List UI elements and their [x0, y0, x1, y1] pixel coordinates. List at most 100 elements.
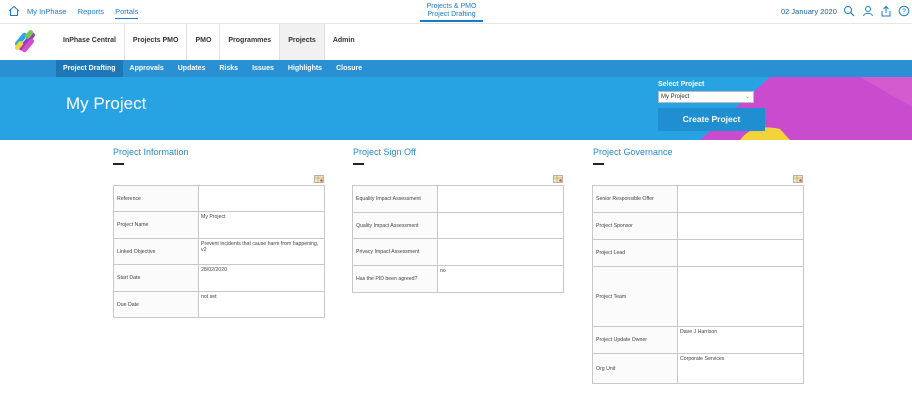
senior-responsible-field[interactable] — [677, 185, 804, 213]
select-project-label: Select Project — [658, 81, 705, 88]
project-governance-table: Senior Responsible Offer Project Sponsor… — [592, 185, 804, 384]
field-label: Project Team — [592, 266, 678, 327]
subnav-approvals[interactable]: Approvals — [123, 60, 171, 77]
subnav-risks[interactable]: Risks — [212, 60, 245, 77]
project-sign-off-section: Project Sign Off — [353, 147, 416, 165]
main-nav-items: InPhase Central Projects PMO PMO Program… — [55, 24, 363, 60]
project-sign-off-table: Equality Impact Assessment Quality Impac… — [352, 185, 564, 293]
user-icon[interactable] — [862, 5, 874, 17]
field-label: Equality Impact Assessment — [352, 185, 438, 213]
field-label: Project Lead — [592, 239, 678, 267]
top-link-portals[interactable]: Portals — [115, 7, 139, 19]
svg-text:?: ? — [902, 9, 906, 16]
top-bar: My InPhase Reports Portals Projects & PM… — [0, 0, 912, 24]
field-label: Senior Responsible Offer — [592, 185, 678, 213]
org-unit-field[interactable]: Corporate Services — [677, 353, 804, 384]
linked-objective-field[interactable]: Prevent incidents that cause harm from h… — [198, 238, 325, 265]
portal-title-line1: Projects & PMO — [426, 3, 477, 10]
section-divider — [353, 163, 364, 165]
table-row: Has the PID been agreed? no — [352, 265, 564, 293]
table-row: Project Update Owner Dave J Harrison — [592, 326, 804, 354]
project-team-field[interactable] — [677, 266, 804, 327]
subnav-issues[interactable]: Issues — [245, 60, 281, 77]
nav-item-programmes[interactable]: Programmes — [220, 24, 281, 60]
nav-item-projects[interactable]: Projects — [280, 24, 325, 60]
select-project-value: My Project — [661, 94, 690, 100]
field-label: Quality Impact Assessment — [352, 212, 438, 239]
project-sponsor-field[interactable] — [677, 212, 804, 240]
table-row: Due Date not set — [113, 291, 325, 318]
table-row: Project Name My Project — [113, 211, 325, 239]
subnav-highlights[interactable]: Highlights — [281, 60, 329, 77]
subnav-project-drafting[interactable]: Project Drafting — [56, 60, 123, 77]
field-label: Linked Objective — [113, 238, 199, 265]
table-row: Linked Objective Prevent incidents that … — [113, 238, 325, 265]
field-label: Reference — [113, 185, 199, 212]
field-label: Start Date — [113, 264, 199, 292]
field-label: Due Date — [113, 291, 199, 318]
start-date-field[interactable]: 28/02/2020 — [198, 264, 325, 292]
portal-title[interactable]: Projects & PMO Project Drafting — [420, 3, 483, 22]
subnav-closure[interactable]: Closure — [329, 60, 369, 77]
table-row: Start Date 28/02/2020 — [113, 264, 325, 292]
section-divider — [113, 163, 124, 165]
table-row: Privacy Impact Assessment — [352, 238, 564, 266]
table-row: Project Lead — [592, 239, 804, 267]
main-nav: InPhase Central Projects PMO PMO Program… — [0, 24, 912, 60]
nav-item-admin[interactable]: Admin — [325, 24, 363, 60]
table-row: Senior Responsible Offer — [592, 185, 804, 213]
update-owner-field[interactable]: Dave J Harrison — [677, 326, 804, 354]
home-icon[interactable] — [8, 5, 20, 17]
edit-table-icon[interactable] — [793, 175, 803, 183]
top-link-reports[interactable]: Reports — [78, 7, 104, 16]
select-project-dropdown[interactable]: My Project ⌄ — [658, 91, 754, 103]
top-link-my-inphase[interactable]: My InPhase — [27, 7, 67, 16]
subnav-updates[interactable]: Updates — [171, 60, 213, 77]
search-icon[interactable] — [843, 5, 855, 17]
nav-item-inphase-central[interactable]: InPhase Central — [55, 24, 125, 60]
privacy-impact-field[interactable] — [437, 238, 564, 266]
current-date: 02 January 2020 — [781, 7, 837, 16]
field-label: Has the PID been agreed? — [352, 265, 438, 293]
field-label: Org Unit — [592, 353, 678, 384]
share-icon[interactable] — [880, 5, 892, 17]
field-label: Project Sponsor — [592, 212, 678, 240]
nav-item-pmo[interactable]: PMO — [187, 24, 221, 60]
field-label: Project Name — [113, 211, 199, 239]
top-nav: My InPhase Reports Portals — [27, 7, 147, 19]
create-project-button[interactable]: Create Project — [658, 108, 765, 131]
table-row: Org Unit Corporate Services — [592, 353, 804, 384]
due-date-field[interactable]: not set — [198, 291, 325, 318]
project-information-title: Project Information — [113, 147, 189, 157]
section-divider — [593, 163, 604, 165]
project-governance-title: Project Governance — [593, 147, 673, 157]
pid-agreed-field[interactable]: no — [437, 265, 564, 293]
project-information-table: Reference Project Name My Project Linked… — [113, 185, 325, 318]
table-row: Project Sponsor — [592, 212, 804, 240]
edit-table-icon[interactable] — [553, 175, 563, 183]
help-icon[interactable]: ? — [898, 5, 910, 17]
quality-impact-field[interactable] — [437, 212, 564, 239]
table-row: Quality Impact Assessment — [352, 212, 564, 239]
nav-item-projects-pmo[interactable]: Projects PMO — [125, 24, 188, 60]
field-label: Project Update Owner — [592, 326, 678, 354]
reference-field[interactable] — [198, 185, 325, 212]
table-row: Project Team — [592, 266, 804, 327]
project-sign-off-title: Project Sign Off — [353, 147, 416, 157]
inphase-logo[interactable] — [12, 28, 40, 56]
table-row: Reference — [113, 185, 325, 212]
sub-nav: Project Drafting Approvals Updates Risks… — [0, 60, 912, 77]
equality-impact-field[interactable] — [437, 185, 564, 213]
project-governance-section: Project Governance — [593, 147, 673, 165]
page-title: My Project — [66, 94, 147, 113]
sub-nav-items: Project Drafting Approvals Updates Risks… — [56, 60, 369, 77]
edit-table-icon[interactable] — [314, 175, 324, 183]
portal-title-line2: Project Drafting — [427, 11, 476, 18]
table-row: Equality Impact Assessment — [352, 185, 564, 213]
field-label: Privacy Impact Assessment — [352, 238, 438, 266]
hero-banner: My Project Select Project My Project ⌄ C… — [0, 77, 912, 140]
project-name-field[interactable]: My Project — [198, 211, 325, 239]
project-lead-field[interactable] — [677, 239, 804, 267]
project-information-section: Project Information — [113, 147, 189, 165]
chevron-down-icon: ⌄ — [744, 94, 750, 100]
